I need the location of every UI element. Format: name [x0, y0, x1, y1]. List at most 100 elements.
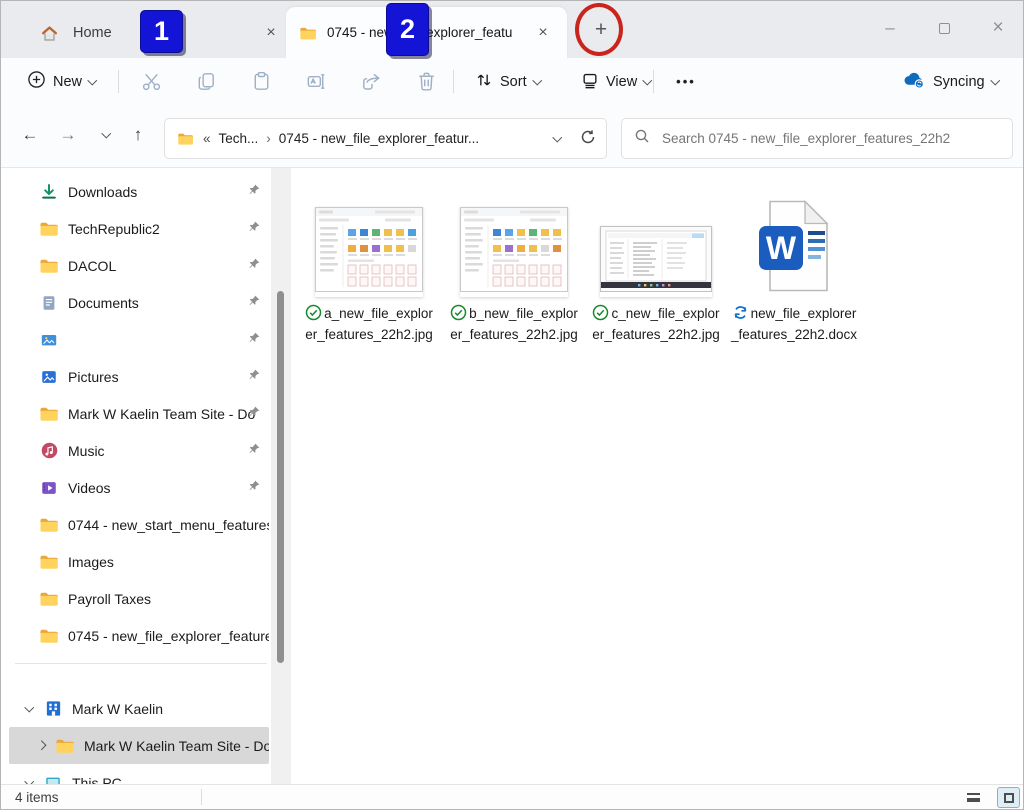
view-icon [581, 71, 599, 93]
tab-close-icon[interactable]: × [531, 21, 555, 45]
sidebar-item-label: Images [68, 554, 114, 570]
sidebar-item-documents[interactable]: Documents [9, 284, 269, 321]
pin-icon[interactable] [248, 479, 261, 497]
sidebar-item-music[interactable]: Music [9, 432, 269, 469]
share-button[interactable] [354, 66, 388, 97]
file-item-c-jpg[interactable]: c_new_file_explorer_features_22h2.jpg [590, 201, 722, 344]
maximize-button[interactable] [923, 11, 965, 45]
chevron-down-icon [990, 75, 999, 84]
sort-button[interactable]: Sort [467, 66, 548, 97]
sidebar-item-label: Payroll Taxes [68, 591, 151, 607]
sidebar-item-images[interactable]: Images [9, 543, 269, 580]
delete-button[interactable] [409, 66, 443, 97]
paste-button[interactable] [244, 66, 278, 97]
folder-icon [39, 256, 59, 276]
more-icon: ••• [676, 74, 696, 89]
cut-button[interactable] [134, 66, 168, 97]
toolbar-divider [453, 70, 454, 93]
sidebar-item-dacol[interactable]: DACOL [9, 247, 269, 284]
tab-close-icon[interactable]: × [259, 21, 283, 45]
tree-item-label: Mark W Kaelin Team Site - Docu [84, 738, 269, 754]
close-window-button[interactable]: × [977, 11, 1019, 45]
sort-button-label: Sort [500, 74, 527, 90]
file-item-docx[interactable]: W new_file_explorer_features_22h2.docx [728, 201, 860, 344]
chevron-down-icon [88, 75, 97, 84]
folder-icon [39, 626, 59, 646]
cut-icon [140, 70, 163, 93]
tree-item-this-pc[interactable]: This PC [9, 764, 269, 786]
sidebar-item-label: Documents [68, 295, 139, 311]
pin-icon[interactable] [248, 183, 261, 201]
breadcrumb[interactable]: « Tech... › 0745 - new_file_explorer_fea… [164, 118, 607, 159]
sidebar-item-payroll-taxes[interactable]: Payroll Taxes [9, 580, 269, 617]
folder-icon [39, 552, 59, 572]
search-input[interactable] [660, 130, 1000, 147]
sidebar-item-label: Downloads [68, 184, 137, 200]
chevron-right-icon[interactable] [33, 742, 50, 749]
chevron-down-icon [101, 129, 110, 138]
sidebar-item-label: 0744 - new_start_menu_features_2 [68, 517, 269, 533]
minimize-button[interactable]: – [869, 11, 911, 45]
tree-item-onedrive-account[interactable]: Mark W Kaelin [9, 690, 269, 727]
breadcrumb-segment-current[interactable]: 0745 - new_file_explorer_featur... [279, 131, 546, 146]
icons-view-button[interactable] [997, 787, 1020, 808]
annotation-circle [575, 3, 623, 56]
status-bar: 4 items [1, 784, 1024, 809]
file-thumbnail [460, 207, 568, 297]
rename-button[interactable] [299, 66, 333, 97]
sidebar-scrollbar[interactable] [271, 168, 291, 786]
onedrive-sync-button[interactable]: Syncing [894, 66, 1006, 97]
sidebar-item-unlabeled[interactable] [9, 321, 269, 358]
sidebar-item-label: Pictures [68, 369, 119, 385]
file-item-b-jpg[interactable]: b_new_file_explorer_features_22h2.jpg [448, 201, 580, 344]
pin-icon[interactable] [248, 442, 261, 460]
breadcrumb-segment[interactable]: Tech... [219, 131, 259, 146]
chevron-down-icon[interactable] [552, 132, 561, 141]
command-chrome: New S [1, 58, 1024, 168]
breadcrumb-separator: › [266, 131, 271, 146]
folder-icon [175, 129, 195, 149]
sync-cloud-icon [902, 71, 926, 93]
copy-icon [195, 70, 218, 93]
copy-button[interactable] [189, 66, 223, 97]
synced-status-icon [305, 304, 322, 326]
sidebar-item-0744-folder[interactable]: 0744 - new_start_menu_features_2 [9, 506, 269, 543]
tree-item-team-site-selected[interactable]: Mark W Kaelin Team Site - Docu [9, 727, 269, 764]
pin-icon[interactable] [248, 405, 261, 423]
sidebar-item-label: 0745 - new_file_explorer_features [68, 628, 269, 644]
folder-icon [39, 589, 59, 609]
back-button[interactable]: ← [15, 120, 45, 150]
items-count: 4 items [15, 785, 59, 809]
sidebar-item-videos[interactable]: Videos [9, 469, 269, 506]
file-name-label: a_new_file_explorer_features_22h2.jpg [303, 304, 435, 344]
sidebar-item-pictures[interactable]: Pictures [9, 358, 269, 395]
pin-icon[interactable] [248, 331, 261, 349]
pin-icon[interactable] [248, 368, 261, 386]
see-more-button[interactable]: ••• [667, 66, 705, 97]
details-view-button[interactable] [962, 787, 985, 808]
refresh-icon[interactable] [580, 129, 596, 148]
sidebar-item-0745-folder[interactable]: 0745 - new_file_explorer_features [9, 617, 269, 654]
folder-icon [55, 736, 75, 756]
new-button[interactable]: New [19, 66, 104, 97]
view-button[interactable]: View [573, 66, 659, 97]
scrollbar-thumb[interactable] [277, 291, 284, 663]
sync-status-label: Syncing [933, 74, 985, 90]
sidebar-item-techrepublic2[interactable]: TechRepublic2 [9, 210, 269, 247]
tree-item-label: Mark W Kaelin [72, 701, 163, 717]
sidebar-item-team-site[interactable]: Mark W Kaelin Team Site - Do [9, 395, 269, 432]
pin-icon[interactable] [248, 257, 261, 275]
file-thumbnail [315, 207, 423, 297]
forward-button[interactable]: → [53, 120, 83, 150]
file-item-a-jpg[interactable]: a_new_file_explorer_features_22h2.jpg [303, 201, 435, 344]
pictures-icon [39, 367, 59, 387]
pin-icon[interactable] [248, 294, 261, 312]
breadcrumb-overflow-icon[interactable]: « [203, 131, 211, 146]
chevron-down-icon[interactable] [21, 707, 38, 711]
pin-icon[interactable] [248, 220, 261, 238]
trash-icon [415, 70, 438, 93]
recent-locations-button[interactable] [91, 120, 121, 150]
up-button[interactable]: ↑ [123, 120, 153, 150]
tab-home-label: Home [73, 25, 112, 41]
sidebar-item-downloads[interactable]: Downloads [9, 173, 269, 210]
